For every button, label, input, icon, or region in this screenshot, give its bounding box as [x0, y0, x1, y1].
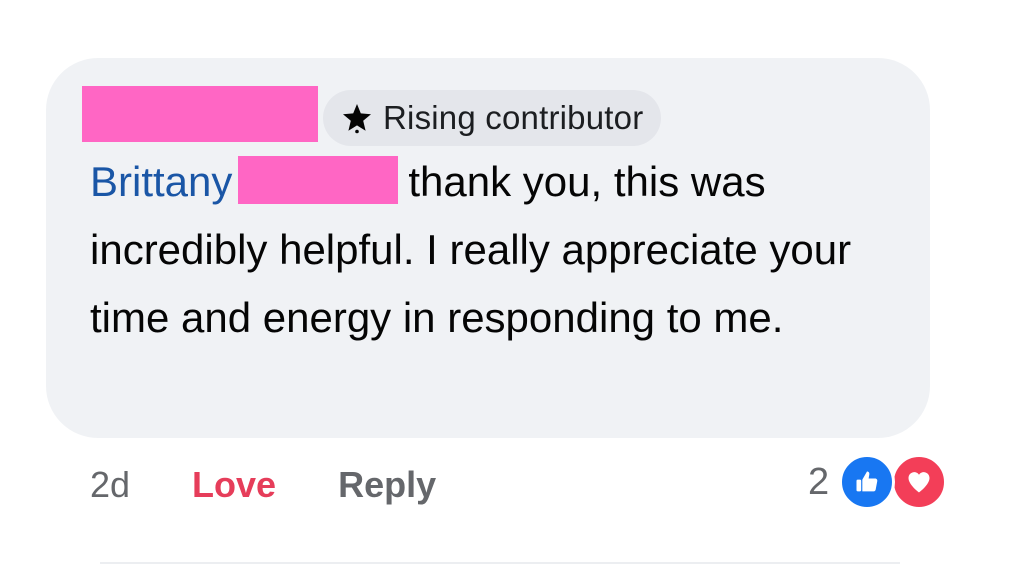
rising-contributor-badge[interactable]: Rising contributor	[323, 90, 662, 146]
heart-icon	[891, 454, 948, 510]
love-button[interactable]: Love	[192, 464, 276, 506]
thumbs-up-icon	[839, 454, 896, 510]
reaction-count: 2	[808, 460, 830, 503]
comment-timestamp[interactable]: 2d	[90, 464, 130, 506]
comment-divider	[100, 562, 900, 564]
comment-actions: 2d Love Reply	[90, 458, 436, 512]
reply-button[interactable]: Reply	[338, 464, 436, 506]
badge-label: Rising contributor	[383, 99, 644, 136]
star-icon	[343, 104, 371, 134]
mention-link[interactable]: Brittany	[90, 158, 232, 205]
comment-text: Brittany thank you, this was incredibly h…	[90, 148, 910, 352]
reactions-summary[interactable]: 2	[808, 452, 951, 512]
redacted-mention-surname	[238, 156, 399, 204]
comment-view: Rising contributor Brittany thank you, th…	[0, 0, 1024, 576]
reaction-icons	[839, 454, 951, 510]
comment-bubble: Rising contributor Brittany thank you, th…	[46, 58, 930, 438]
redacted-author-name	[82, 86, 318, 142]
